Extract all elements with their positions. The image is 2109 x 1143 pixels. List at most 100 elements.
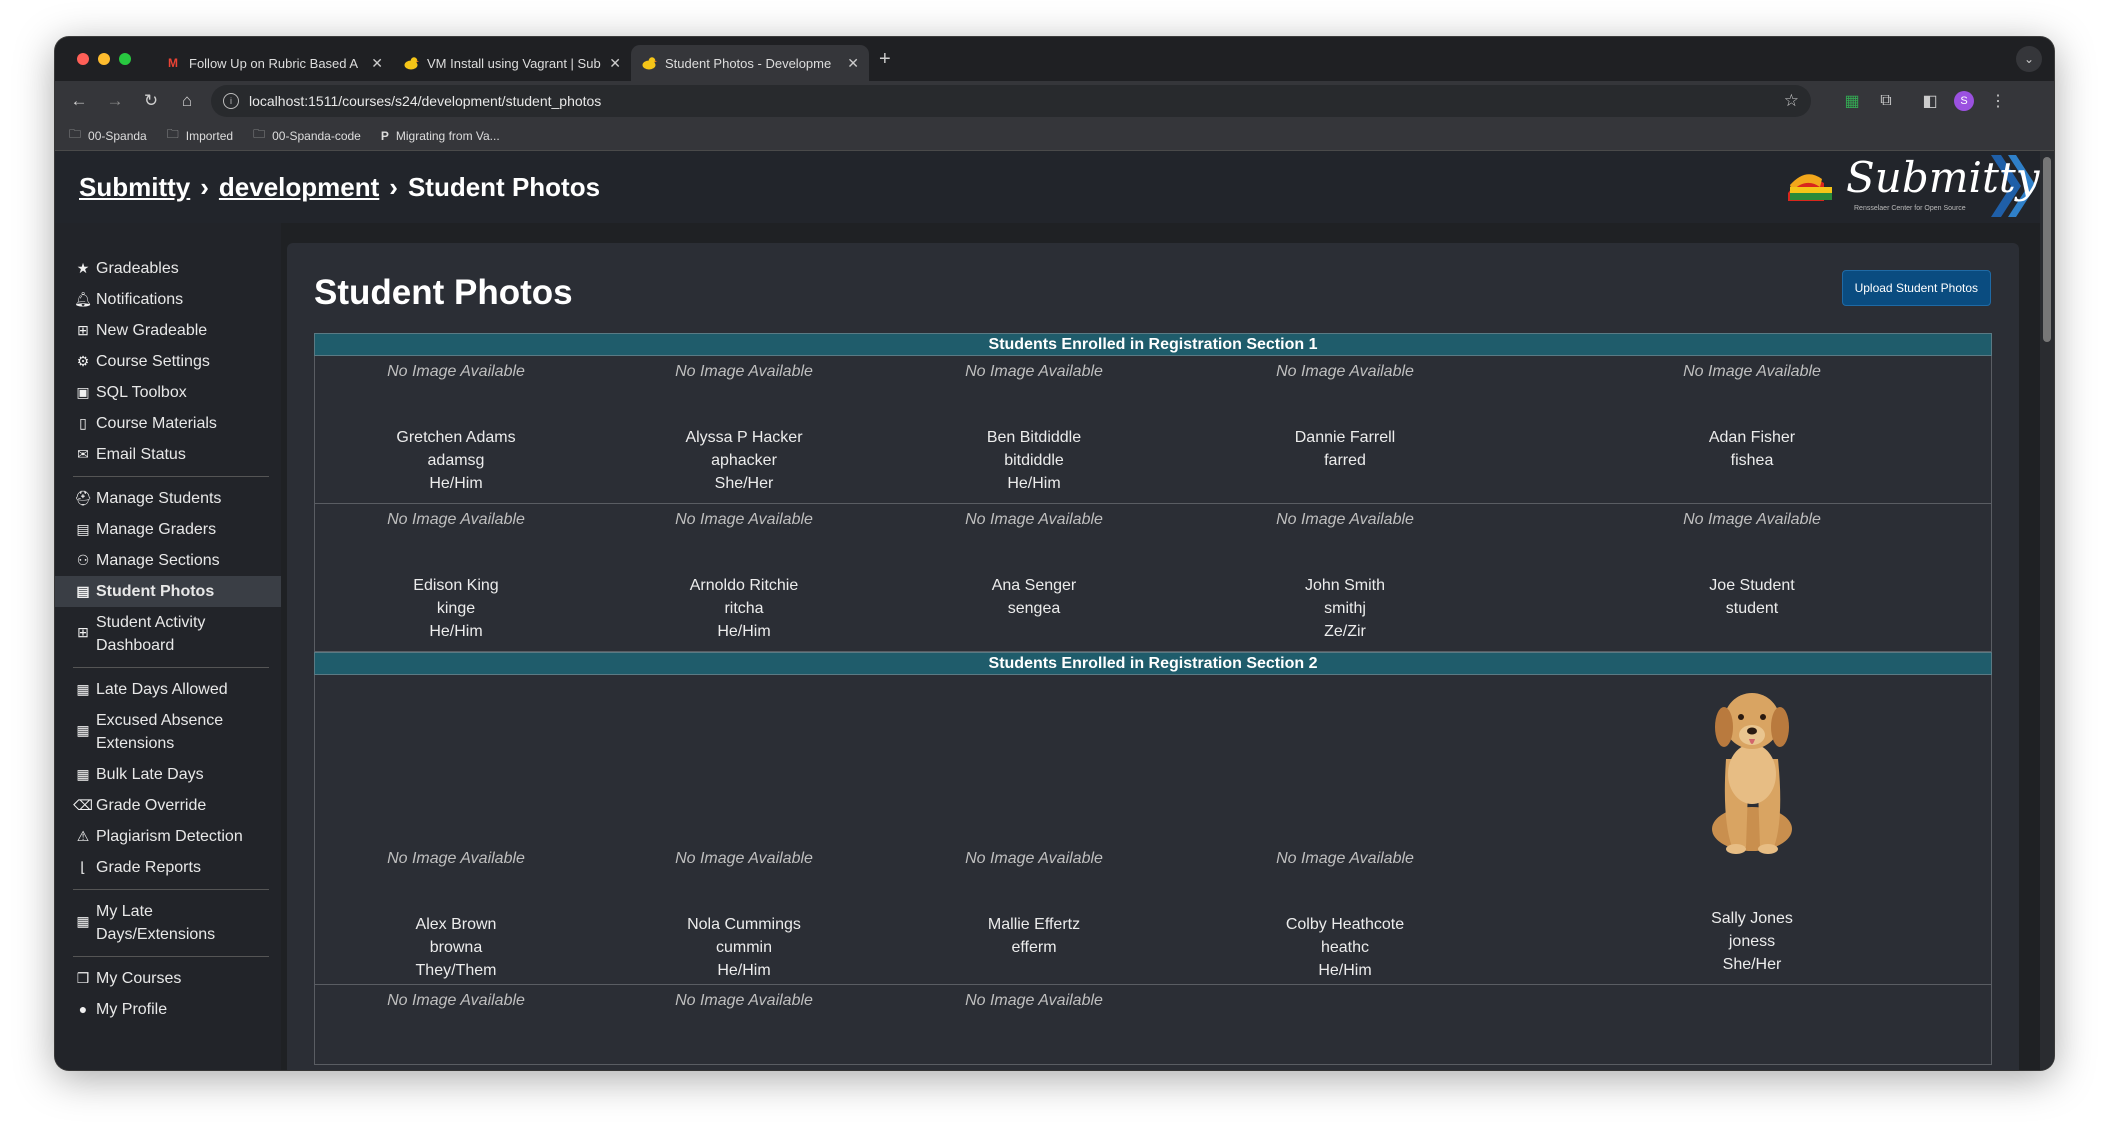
student-pronouns: He/Him <box>429 475 483 492</box>
student-card: No Image Available Mallie Effertz efferm <box>891 675 1177 984</box>
sidebar-divider <box>73 956 269 957</box>
user-icon: ● <box>78 1001 88 1017</box>
student-card: No Image Available Adan Fisher fishea <box>1513 356 1991 503</box>
no-image-text: No Image Available <box>1276 363 1414 380</box>
student-card: No Image Available Ben Bitdiddle bitdidd… <box>891 356 1177 503</box>
scrollbar-thumb[interactable] <box>2043 157 2051 342</box>
sidebar-item-email-status[interactable]: ✉ Email Status <box>55 439 281 470</box>
browser-menu-icon[interactable]: ⋮ <box>1981 91 2015 111</box>
forward-icon[interactable]: → <box>97 91 133 111</box>
sidebar-item-my-profile[interactable]: ● My Profile <box>55 994 281 1025</box>
student-name: Ana Senger <box>991 577 1077 594</box>
page-scrollbar[interactable] <box>2040 151 2054 1070</box>
page-title: Student Photos <box>314 273 573 312</box>
browser-tab[interactable]: M Follow Up on Rubric Based A ✕ <box>155 45 393 81</box>
submitty-logo[interactable]: Submitty Rensselaer Center for Open Sour… <box>1786 153 2040 219</box>
breadcrumb-course-link[interactable]: development <box>219 172 379 203</box>
envelope-icon: ✉ <box>77 446 89 462</box>
profile-avatar[interactable]: S <box>1947 91 1981 111</box>
sidebar-item-grade-override[interactable]: ⌫ Grade Override <box>55 790 281 821</box>
sidebar-item-course-settings[interactable]: ⚙ Course Settings <box>55 346 281 377</box>
gmail-icon: M <box>168 56 178 70</box>
student-pronouns: She/Her <box>1722 956 1782 973</box>
sidebar-item-grade-reports[interactable]: ⌊ Grade Reports <box>55 852 281 883</box>
student-id: student <box>1725 600 1779 617</box>
no-image-text: No Image Available <box>387 511 525 528</box>
sidebar-item-manage-graders[interactable]: ▤ Manage Graders <box>55 514 281 545</box>
sidebar-item-bulk-late-days[interactable]: ▦ Bulk Late Days <box>55 759 281 790</box>
close-tab-icon[interactable]: ✕ <box>609 55 621 72</box>
sidebar-item-sql-toolbox[interactable]: ▣ SQL Toolbox <box>55 377 281 408</box>
sidebar-item-new-gradeable[interactable]: ⊞ New Gradeable <box>55 315 281 346</box>
sidebar-item-excused-absence[interactable]: ▦ Excused Absence Extensions <box>55 705 281 759</box>
address-bar[interactable]: i localhost:1511/courses/s24/development… <box>211 85 1811 117</box>
no-image-text: No Image Available <box>965 511 1103 528</box>
breadcrumb-submitty-link[interactable]: Submitty <box>79 172 190 203</box>
student-card: No Image Available <box>597 985 891 1064</box>
sidebar-item-notifications[interactable]: 🔔︎ Notifications <box>55 284 281 315</box>
tab-search-icon[interactable]: ⌄ <box>2016 46 2042 72</box>
bookmark-folder[interactable]: 🗀 00-Spanda <box>69 125 147 146</box>
calendar-icon: ▦ <box>76 913 90 929</box>
sidebar-item-manage-sections[interactable]: ⚇ Manage Sections <box>55 545 281 576</box>
sidebar-item-manage-students[interactable]: ⛑ Manage Students <box>55 483 281 514</box>
folder-icon: 🗀 <box>69 127 82 141</box>
tab-title: VM Install using Vagrant | Sub <box>427 55 601 71</box>
bookmark-folder[interactable]: 🗀 00-Spanda-code <box>253 125 361 146</box>
cubes-icon: ❒ <box>76 970 90 986</box>
sidebar-item-my-courses[interactable]: ❒ My Courses <box>55 963 281 994</box>
student-card: No Image Available Dannie Farrell farred <box>1177 356 1513 503</box>
no-image-text: No Image Available <box>1276 511 1414 528</box>
student-pronouns: She/Her <box>714 475 774 492</box>
window-controls <box>77 53 131 65</box>
student-id: ritcha <box>724 600 764 617</box>
file-icon: ▯ <box>79 415 87 431</box>
section-heading: Students Enrolled in Registration Sectio… <box>314 652 1992 675</box>
bookmark-link[interactable]: P Migrating from Va... <box>381 129 500 143</box>
student-card: No Image Available Arnoldo Ritchie ritch… <box>597 504 891 651</box>
logo-text: Submitty <box>1846 153 2040 202</box>
sidebar-item-plagiarism-detection[interactable]: ⚠ Plagiarism Detection <box>55 821 281 852</box>
calendar-check-icon: ▦ <box>76 681 90 697</box>
student-pronouns: He/Him <box>717 962 771 979</box>
id-card-icon: ▤ <box>76 521 90 537</box>
student-name: Alex Brown <box>415 916 497 933</box>
close-tab-icon[interactable]: ✕ <box>847 55 859 72</box>
side-panel-icon[interactable]: ◧ <box>1913 91 1947 111</box>
sidebar-item-late-days-allowed[interactable]: ▦ Late Days Allowed <box>55 674 281 705</box>
bookmark-folder[interactable]: 🗀 Imported <box>167 125 233 146</box>
toolbox-icon: ▣ <box>76 384 90 400</box>
section-heading: Students Enrolled in Registration Sectio… <box>314 333 1992 356</box>
sidebar-item-course-materials[interactable]: ▯ Course Materials <box>55 408 281 439</box>
sidebar-divider <box>73 476 269 477</box>
url-text[interactable]: localhost:1511/courses/s24/development/s… <box>249 93 1784 109</box>
gear-icon: ⚙ <box>76 353 90 369</box>
close-window-button[interactable] <box>77 53 89 65</box>
back-icon[interactable]: ← <box>61 91 97 111</box>
close-tab-icon[interactable]: ✕ <box>371 55 383 72</box>
zoom-window-button[interactable] <box>119 53 131 65</box>
browser-tab-active[interactable]: Student Photos - Developme ✕ <box>631 45 869 81</box>
sidebar-item-student-photos[interactable]: ▤ Student Photos <box>55 576 281 607</box>
student-name: Arnoldo Ritchie <box>689 577 799 594</box>
reload-icon[interactable]: ↻ <box>133 91 169 111</box>
sidebar-item-my-late-days[interactable]: ▦ My Late Days/Extensions <box>55 896 281 950</box>
bookmark-star-icon[interactable]: ☆ <box>1784 91 1799 111</box>
home-icon[interactable]: ⌂ <box>169 91 205 111</box>
sidebar-item-student-activity-dashboard[interactable]: ⊞ Student Activity Dashboard <box>55 607 281 661</box>
minimize-window-button[interactable] <box>98 53 110 65</box>
no-image-text: No Image Available <box>1683 511 1821 528</box>
extensions-puzzle-icon[interactable]: ⧉ <box>1869 92 1903 110</box>
site-info-icon[interactable]: i <box>223 93 239 109</box>
upload-student-photos-button[interactable]: Upload Student Photos <box>1841 270 1991 306</box>
browser-tab[interactable]: VM Install using Vagrant | Sub ✕ <box>393 45 631 81</box>
site-header: Submitty › development › Student Photos … <box>55 151 2054 223</box>
calendar-extension-icon[interactable]: ▦ <box>1835 91 1869 111</box>
tab-bar: M Follow Up on Rubric Based A ✕ VM Insta… <box>55 37 2054 81</box>
browser-window: M Follow Up on Rubric Based A ✕ VM Insta… <box>55 37 2054 1070</box>
student-card: No Image Available Joe Student student <box>1513 504 1991 651</box>
new-tab-icon[interactable]: + <box>879 48 891 71</box>
student-card: No Image Available Alex Brown browna The… <box>315 675 597 984</box>
student-card: No Image Available Alyssa P Hacker aphac… <box>597 356 891 503</box>
sidebar-item-gradeables[interactable]: ★ Gradeables <box>55 253 281 284</box>
